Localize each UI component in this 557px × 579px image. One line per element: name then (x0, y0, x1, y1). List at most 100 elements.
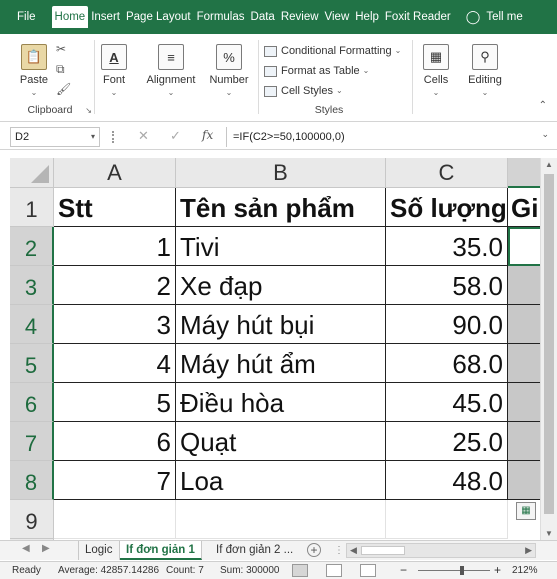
cell-b1[interactable]: Tên sản phẩm (176, 188, 386, 227)
format-as-table-button[interactable]: Format as Table ⌄ (264, 62, 369, 80)
cell-a1[interactable]: Stt (54, 188, 176, 227)
zoom-slider[interactable] (418, 570, 490, 571)
cell-a6[interactable]: 5 (54, 383, 176, 422)
chevron-down-icon[interactable]: ▾ (91, 128, 95, 146)
column-header-c[interactable]: C (386, 158, 508, 188)
tab-file[interactable]: File (14, 6, 52, 28)
sheet-nav-next-icon[interactable]: ▶ (42, 543, 50, 554)
cell-b3[interactable]: Xe đạp (176, 266, 386, 305)
cut-icon[interactable]: ✂ (56, 42, 66, 56)
formula-bar-grip[interactable] (112, 131, 114, 143)
row-header-2[interactable]: 2 (10, 227, 54, 266)
row-header-5[interactable]: 5 (10, 344, 54, 383)
conditional-formatting-button[interactable]: Conditional Formatting ⌄ (264, 42, 401, 60)
vertical-scrollbar[interactable]: ▲ ▼ (540, 158, 557, 540)
cell-b9[interactable] (176, 500, 386, 539)
add-sheet-icon[interactable]: + (307, 543, 321, 557)
page-layout-view-icon[interactable] (326, 564, 342, 577)
tab-review[interactable]: Review (278, 6, 322, 28)
sheet-nav-prev-icon[interactable]: ◀ (22, 543, 30, 554)
alignment-button[interactable]: ≡ Alignment ⌄ (144, 40, 198, 97)
cell-b2[interactable]: Tivi (176, 227, 386, 266)
horizontal-scroll-thumb[interactable] (361, 546, 405, 555)
cell-b7[interactable]: Quạt (176, 422, 386, 461)
cell-d8[interactable] (508, 461, 542, 500)
cell-styles-button[interactable]: Cell Styles ⌄ (264, 82, 343, 100)
cell-d6[interactable] (508, 383, 542, 422)
row-header-1[interactable]: 1 (10, 188, 54, 227)
scroll-down-icon[interactable]: ▼ (545, 529, 553, 538)
font-button[interactable]: A Font ⌄ (92, 40, 136, 97)
page-break-view-icon[interactable] (360, 564, 376, 577)
cell-a5[interactable]: 4 (54, 344, 176, 383)
tab-help[interactable]: Help (352, 6, 382, 28)
cell-b4[interactable]: Máy hút bụi (176, 305, 386, 344)
zoom-in-icon[interactable]: + (494, 563, 501, 577)
cell-c9[interactable] (386, 500, 508, 539)
cell-a2[interactable]: 1 (54, 227, 176, 266)
cells-button[interactable]: ▦ Cells ⌄ (414, 40, 458, 97)
lightbulb-icon[interactable]: ◯ (454, 6, 485, 28)
cell-a8[interactable]: 7 (54, 461, 176, 500)
normal-view-icon[interactable] (292, 564, 308, 577)
cell-d1[interactable]: Gi (508, 188, 542, 227)
expand-formula-bar-icon[interactable]: ⌄ (541, 129, 549, 140)
tab-foxit-reader[interactable]: Foxit Reader (382, 6, 454, 28)
column-header-d[interactable] (508, 158, 542, 188)
cell-d3[interactable] (508, 266, 542, 305)
scroll-left-icon[interactable]: ◀ (350, 545, 357, 556)
quick-analysis-icon[interactable]: ▦ (516, 502, 536, 520)
format-painter-icon[interactable]: 🖌 (56, 82, 71, 96)
row-header-7[interactable]: 7 (10, 422, 54, 461)
cell-d7[interactable] (508, 422, 542, 461)
cell-a3[interactable]: 2 (54, 266, 176, 305)
worksheet-grid[interactable]: A B C 1 2 3 4 5 6 7 8 9 10 Stt Tên sản p… (0, 158, 557, 540)
name-box[interactable]: D2 ▾ (10, 127, 100, 147)
cell-c6[interactable]: 45.0 (386, 383, 508, 422)
tab-splitter-icon[interactable]: ⋮ (334, 545, 344, 556)
tab-data[interactable]: Data (248, 6, 278, 28)
cell-c5[interactable]: 68.0 (386, 344, 508, 383)
cell-c3[interactable]: 58.0 (386, 266, 508, 305)
column-header-b[interactable]: B (176, 158, 386, 188)
row-header-6[interactable]: 6 (10, 383, 54, 422)
tab-home[interactable]: Home (51, 6, 89, 28)
copy-icon[interactable]: ⧉ (56, 62, 65, 77)
row-header-4[interactable]: 4 (10, 305, 54, 344)
cell-d4[interactable] (508, 305, 542, 344)
enter-check-icon[interactable]: ✓ (170, 128, 181, 144)
cell-a7[interactable]: 6 (54, 422, 176, 461)
sheet-tab-if-don-gian-2[interactable]: If đơn giản 2 ... (210, 541, 299, 560)
tell-me-search[interactable]: Tell me (484, 6, 522, 28)
scroll-right-icon[interactable]: ▶ (525, 545, 532, 556)
formula-input[interactable]: =IF(C2>=50,100000,0) (226, 127, 549, 147)
cell-c2[interactable]: 35.0 (386, 227, 508, 266)
cell-b8[interactable]: Loa (176, 461, 386, 500)
vertical-scroll-thumb[interactable] (544, 174, 554, 514)
cell-c8[interactable]: 48.0 (386, 461, 508, 500)
cell-b6[interactable]: Điều hòa (176, 383, 386, 422)
number-button[interactable]: % Number ⌄ (206, 40, 252, 97)
dialog-launcher-icon[interactable]: ↘ (85, 106, 92, 115)
row-header-3[interactable]: 3 (10, 266, 54, 305)
insert-function-icon[interactable]: fx (202, 128, 213, 142)
column-header-a[interactable]: A (54, 158, 176, 188)
sheet-tab-logic[interactable]: Logic (78, 541, 120, 560)
cell-a9[interactable] (54, 500, 176, 539)
cell-c1[interactable]: Số lượng (386, 188, 508, 227)
paste-button[interactable]: 📋 Paste ⌄ (12, 40, 56, 97)
cell-d5[interactable] (508, 344, 542, 383)
zoom-out-icon[interactable]: − (400, 563, 407, 577)
scroll-up-icon[interactable]: ▲ (545, 160, 553, 169)
sheet-tab-if-don-gian-1[interactable]: If đơn giản 1 (120, 541, 202, 560)
cell-a4[interactable]: 3 (54, 305, 176, 344)
zoom-level[interactable]: 212% (512, 565, 538, 576)
tab-view[interactable]: View (322, 6, 353, 28)
cell-b5[interactable]: Máy hút ẩm (176, 344, 386, 383)
horizontal-scrollbar[interactable]: ◀ ▶ (346, 543, 536, 558)
row-header-8[interactable]: 8 (10, 461, 54, 500)
cell-c4[interactable]: 90.0 (386, 305, 508, 344)
editing-button[interactable]: ⚲ Editing ⌄ (462, 40, 508, 97)
cell-c7[interactable]: 25.0 (386, 422, 508, 461)
cell-d2-active[interactable] (508, 227, 542, 266)
